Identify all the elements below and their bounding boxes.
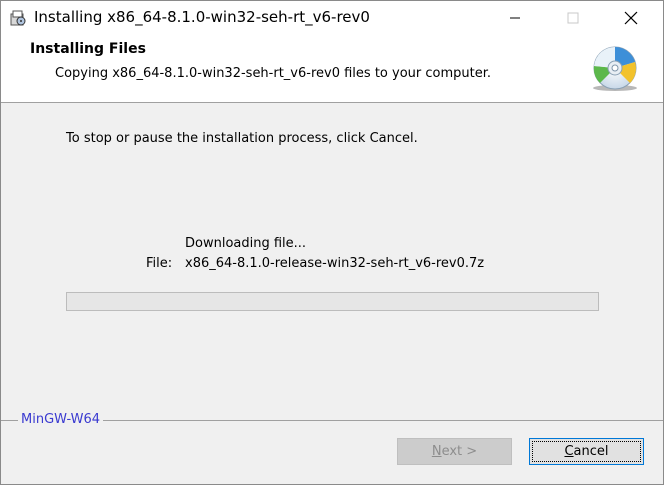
download-status: Downloading file... [185,236,307,251]
header-panel: Installing Files Copying x86_64-8.1.0-wi… [1,34,663,103]
installer-window: Installing x86_64-8.1.0-win32-seh-rt_v6-… [0,0,664,485]
focus-ring [532,441,641,462]
instruction-text: To stop or pause the installation proces… [66,131,418,146]
maximize-icon [567,12,579,23]
close-button[interactable] [602,1,660,34]
branding-label: MinGW-W64 [18,412,104,427]
close-icon [624,11,638,24]
next-button[interactable]: Next > [397,438,512,465]
minimize-icon [510,17,520,18]
page-subtitle: Copying x86_64-8.1.0-win32-seh-rt_v6-rev… [55,66,492,81]
maximize-button[interactable] [544,1,602,34]
title-bar[interactable]: Installing x86_64-8.1.0-win32-seh-rt_v6-… [1,1,663,34]
installer-app-icon [10,10,26,26]
minimize-button[interactable] [486,1,544,34]
progress-bar [66,292,599,311]
cancel-button[interactable]: Cancel [529,438,644,465]
next-button-label: Next > [431,444,478,459]
install-disc-icon [593,46,637,91]
page-title: Installing Files [30,41,146,57]
window-title: Installing x86_64-8.1.0-win32-seh-rt_v6-… [34,8,370,26]
file-label: File: [146,256,173,271]
file-name: x86_64-8.1.0-release-win32-seh-rt_v6-rev… [185,256,485,271]
